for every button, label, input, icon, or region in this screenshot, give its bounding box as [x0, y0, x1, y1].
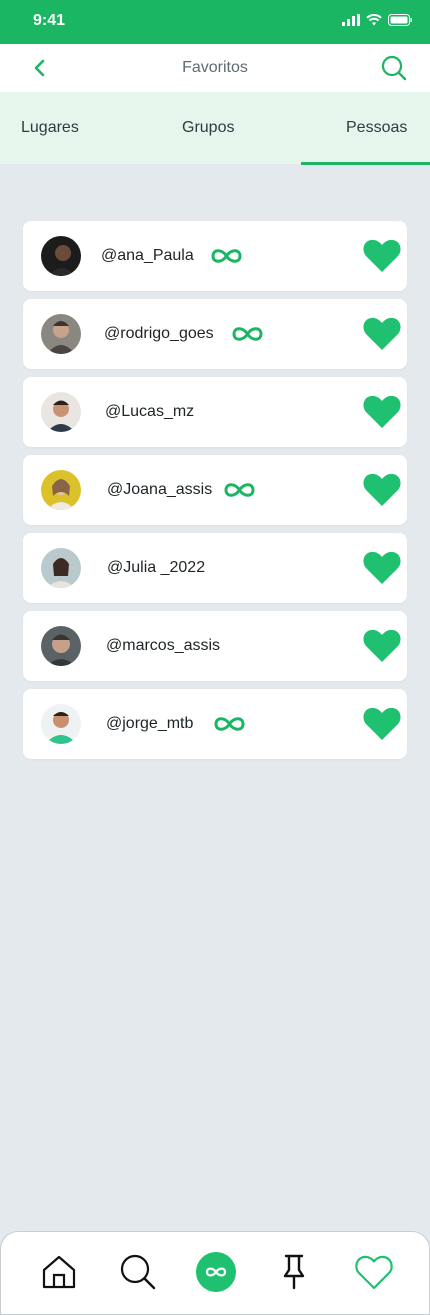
username: @jorge_mtb — [106, 715, 194, 732]
bottom-nav — [0, 1231, 430, 1315]
home-icon[interactable] — [39, 1252, 79, 1292]
heart-favorite-button[interactable] — [363, 707, 401, 741]
heart-favorite-button[interactable] — [363, 473, 401, 507]
avatar — [41, 314, 81, 354]
tab-grupos[interactable]: Grupos — [182, 92, 234, 164]
list-item[interactable]: @jorge_mtb — [23, 689, 407, 759]
username: @rodrigo_goes — [104, 325, 214, 342]
username: @Julia _2022 — [107, 559, 206, 576]
pin-icon[interactable] — [274, 1252, 314, 1292]
username: @Joana_assis — [107, 481, 213, 498]
infinity-icon[interactable] — [196, 1252, 236, 1292]
list-item[interactable]: @marcos_assis — [23, 611, 407, 681]
list-item[interactable]: @rodrigo_goes — [23, 299, 407, 369]
header: Favoritos — [0, 44, 430, 93]
avatar — [41, 392, 81, 432]
heart-favorite-button[interactable] — [363, 551, 401, 585]
tab-bar: Lugares Grupos Pessoas — [0, 92, 430, 164]
active-tab-indicator — [301, 162, 430, 165]
username: @ana_Paula — [101, 247, 194, 264]
avatar — [41, 704, 81, 744]
infinity-icon — [224, 483, 255, 497]
search-button[interactable] — [380, 54, 408, 82]
infinity-icon — [232, 327, 263, 341]
status-time: 9:41 — [33, 12, 66, 29]
search-icon[interactable] — [118, 1252, 158, 1292]
list-item[interactable]: @ana_Paula — [23, 221, 407, 291]
list-item[interactable]: @Joana_assis — [23, 455, 407, 525]
list-item[interactable]: @Lucas_mz — [23, 377, 407, 447]
username: @marcos_assis — [106, 637, 221, 654]
battery-icon — [388, 14, 412, 26]
heart-favorite-button[interactable] — [363, 629, 401, 663]
page-title: Favoritos — [182, 59, 248, 76]
avatar — [41, 470, 81, 510]
signal-icon — [342, 14, 360, 26]
list-item[interactable]: @Julia _2022 — [23, 533, 407, 603]
avatar — [41, 626, 81, 666]
tab-lugares[interactable]: Lugares — [21, 92, 79, 164]
heart-favorite-button[interactable] — [363, 395, 401, 429]
tab-pessoas[interactable]: Pessoas — [346, 92, 407, 164]
avatar — [41, 236, 81, 276]
status-icons — [342, 14, 412, 26]
heart-favorite-button[interactable] — [363, 317, 401, 351]
wifi-icon — [366, 14, 382, 26]
avatar — [41, 548, 81, 588]
infinity-icon — [211, 249, 242, 263]
heart-icon[interactable] — [354, 1252, 394, 1292]
infinity-icon — [214, 717, 245, 731]
status-bar: 9:41 — [0, 0, 430, 44]
heart-favorite-button[interactable] — [363, 239, 401, 273]
people-list: @ana_Paula @rodrigo_goes @Lucas_mz @Joan… — [23, 221, 407, 767]
username: @Lucas_mz — [105, 403, 195, 420]
